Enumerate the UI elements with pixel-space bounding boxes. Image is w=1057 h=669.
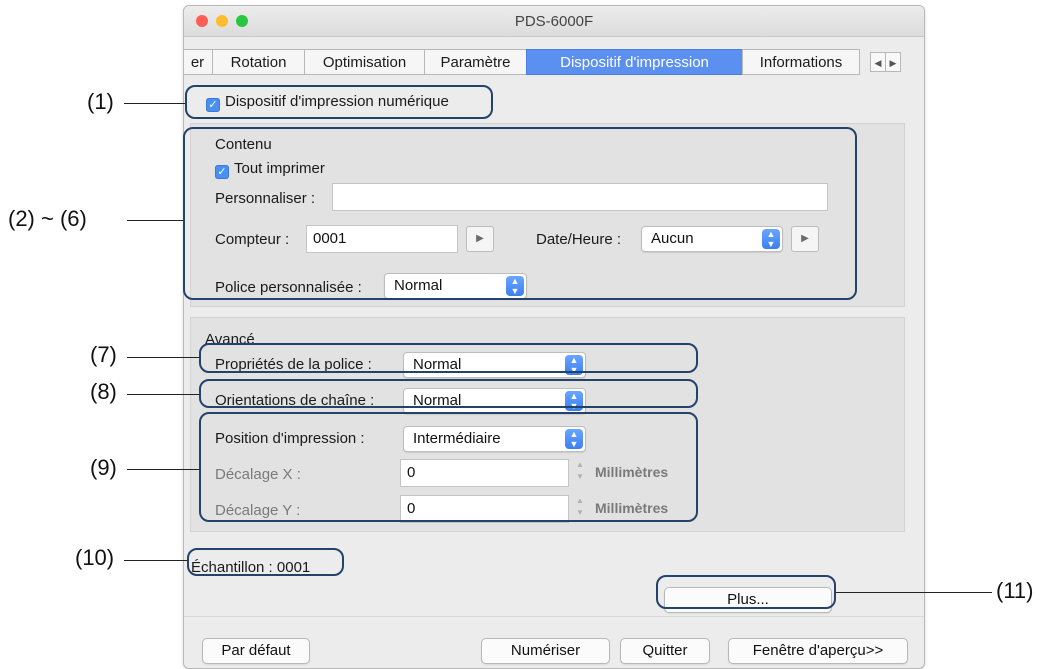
bottom-separator <box>184 616 924 617</box>
callout-number-10: (10) <box>75 545 115 570</box>
callout-line-7 <box>127 357 199 358</box>
tab-informations[interactable]: Informations <box>742 49 860 75</box>
tab-parametre[interactable]: Paramètre <box>424 49 526 75</box>
callout-line-2-6 <box>127 220 183 221</box>
tab-scroll-left-icon[interactable]: ◀ <box>870 52 886 72</box>
callout-line-9 <box>127 469 199 470</box>
callout-line-8 <box>127 394 199 395</box>
callout-line-11 <box>836 592 992 593</box>
callout-box-2-6 <box>183 127 857 300</box>
tab-optimisation[interactable]: Optimisation <box>304 49 424 75</box>
callout-number-1: (1) <box>87 89 114 114</box>
callout-box-9 <box>199 412 698 522</box>
tab-scroll-right-icon[interactable]: ▶ <box>885 52 901 72</box>
callout-line-1 <box>124 103 185 104</box>
callout-number-8: (8) <box>90 379 117 404</box>
callout-number-9: (9) <box>90 455 117 480</box>
callout-line-10 <box>124 560 187 561</box>
callout-number-2-6: (2) ~ (6) <box>8 206 87 231</box>
default-button[interactable]: Par défaut <box>202 638 310 664</box>
tab-bar: er Rotation Optimisation Paramètre Dispo… <box>184 49 924 77</box>
scan-button[interactable]: Numériser <box>481 638 610 664</box>
window-title: PDS-6000F <box>514 13 594 30</box>
callout-box-7 <box>199 343 698 373</box>
quit-button[interactable]: Quitter <box>620 638 710 664</box>
callout-box-11 <box>656 575 836 609</box>
callout-number-7: (7) <box>90 342 117 367</box>
preview-window-button[interactable]: Fenêtre d'aperçu>> <box>728 638 908 664</box>
tab-partial[interactable]: er <box>184 49 212 75</box>
callout-box-1 <box>185 85 493 119</box>
callout-number-11: (11) <box>996 578 1034 603</box>
tab-dispositif-impression[interactable]: Dispositif d'impression <box>526 49 742 75</box>
callout-box-10 <box>187 548 344 576</box>
callout-box-8 <box>199 379 698 408</box>
tab-rotation[interactable]: Rotation <box>212 49 304 75</box>
title-bar: PDS-6000F <box>184 6 924 37</box>
